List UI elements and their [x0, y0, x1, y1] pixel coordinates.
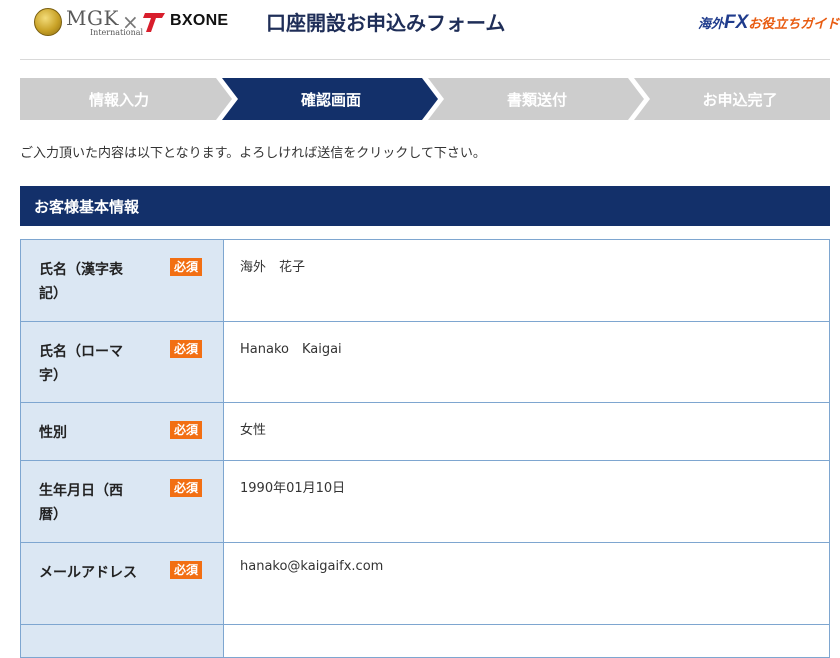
- table-row: 性別 必須 女性: [20, 402, 830, 461]
- step-label: お申込完了: [702, 90, 778, 109]
- field-value: [223, 624, 830, 658]
- field-value: hanako@kaigaifx.com: [223, 542, 830, 625]
- field-label: 生年月日（西暦）: [39, 483, 123, 523]
- table-row: [20, 624, 830, 658]
- header: MGK International × BXONE 口座開設お申込みフォーム 海…: [0, 0, 840, 44]
- header-divider: [20, 59, 830, 60]
- table-row: メールアドレス 必須 hanako@kaigaifx.com: [20, 542, 830, 625]
- field-label: メールアドレス: [39, 565, 137, 581]
- required-badge: 必須: [170, 421, 203, 439]
- guide-logo-part2: FX: [724, 12, 749, 33]
- intro-text: ご入力頂いた内容は以下となります。よろしければ送信をクリックして下さい。: [20, 146, 486, 161]
- step-label: 書類送付: [506, 90, 567, 109]
- table-row: 氏名（漢字表記） 必須 海外 花子: [20, 239, 830, 322]
- required-badge: 必須: [170, 479, 203, 497]
- bxone-mark-icon: [143, 13, 165, 32]
- field-value: 海外 花子: [223, 239, 830, 322]
- step-label: 確認画面: [300, 90, 361, 109]
- required-badge: 必須: [170, 340, 203, 358]
- progress-steps: 情報入力 確認画面 書類送付 お申込完了: [20, 78, 830, 120]
- section-title: お客様基本情報: [34, 197, 140, 216]
- field-label-cell: 生年月日（西暦） 必須: [20, 460, 224, 543]
- confirmation-table: 氏名（漢字表記） 必須 海外 花子 氏名（ローマ字） 必須 Hanako Kai…: [20, 239, 830, 658]
- cross-icon: ×: [122, 10, 139, 34]
- field-label: 氏名（漢字表記）: [39, 262, 123, 302]
- field-label: 性別: [39, 425, 67, 441]
- mgk-emblem-icon: [34, 8, 62, 36]
- table-row: 生年月日（西暦） 必須 1990年01月10日: [20, 460, 830, 543]
- guide-logo[interactable]: 海外FXお役立ちガイド: [698, 12, 839, 34]
- step-confirm: 確認画面: [222, 78, 438, 120]
- table-row: 氏名（ローマ字） 必須 Hanako Kaigai: [20, 321, 830, 403]
- field-label: 氏名（ローマ字）: [39, 344, 123, 384]
- step-input: 情報入力: [20, 78, 232, 120]
- field-label-cell: 氏名（ローマ字） 必須: [20, 321, 224, 403]
- field-label-cell: メールアドレス 必須: [20, 542, 224, 625]
- required-badge: 必須: [170, 561, 203, 579]
- step-label: 情報入力: [88, 90, 149, 109]
- field-label-cell: 氏名（漢字表記） 必須: [20, 239, 224, 322]
- required-badge: 必須: [170, 258, 203, 276]
- bxone-logo-text: BXONE: [170, 12, 229, 29]
- field-value: 1990年01月10日: [223, 460, 830, 543]
- field-value: Hanako Kaigai: [223, 321, 830, 403]
- step-documents: 書類送付: [428, 78, 644, 120]
- field-label-cell: [20, 624, 224, 658]
- guide-logo-part1: 海外: [698, 16, 725, 31]
- step-complete: お申込完了: [634, 78, 830, 120]
- page-title: 口座開設お申込みフォーム: [266, 11, 506, 35]
- guide-logo-part3: お役立ちガイド: [748, 16, 840, 31]
- field-value: 女性: [223, 402, 830, 461]
- section-header: お客様基本情報: [20, 186, 830, 226]
- field-label-cell: 性別 必須: [20, 402, 224, 461]
- bxone-logo[interactable]: BXONE: [142, 8, 228, 34]
